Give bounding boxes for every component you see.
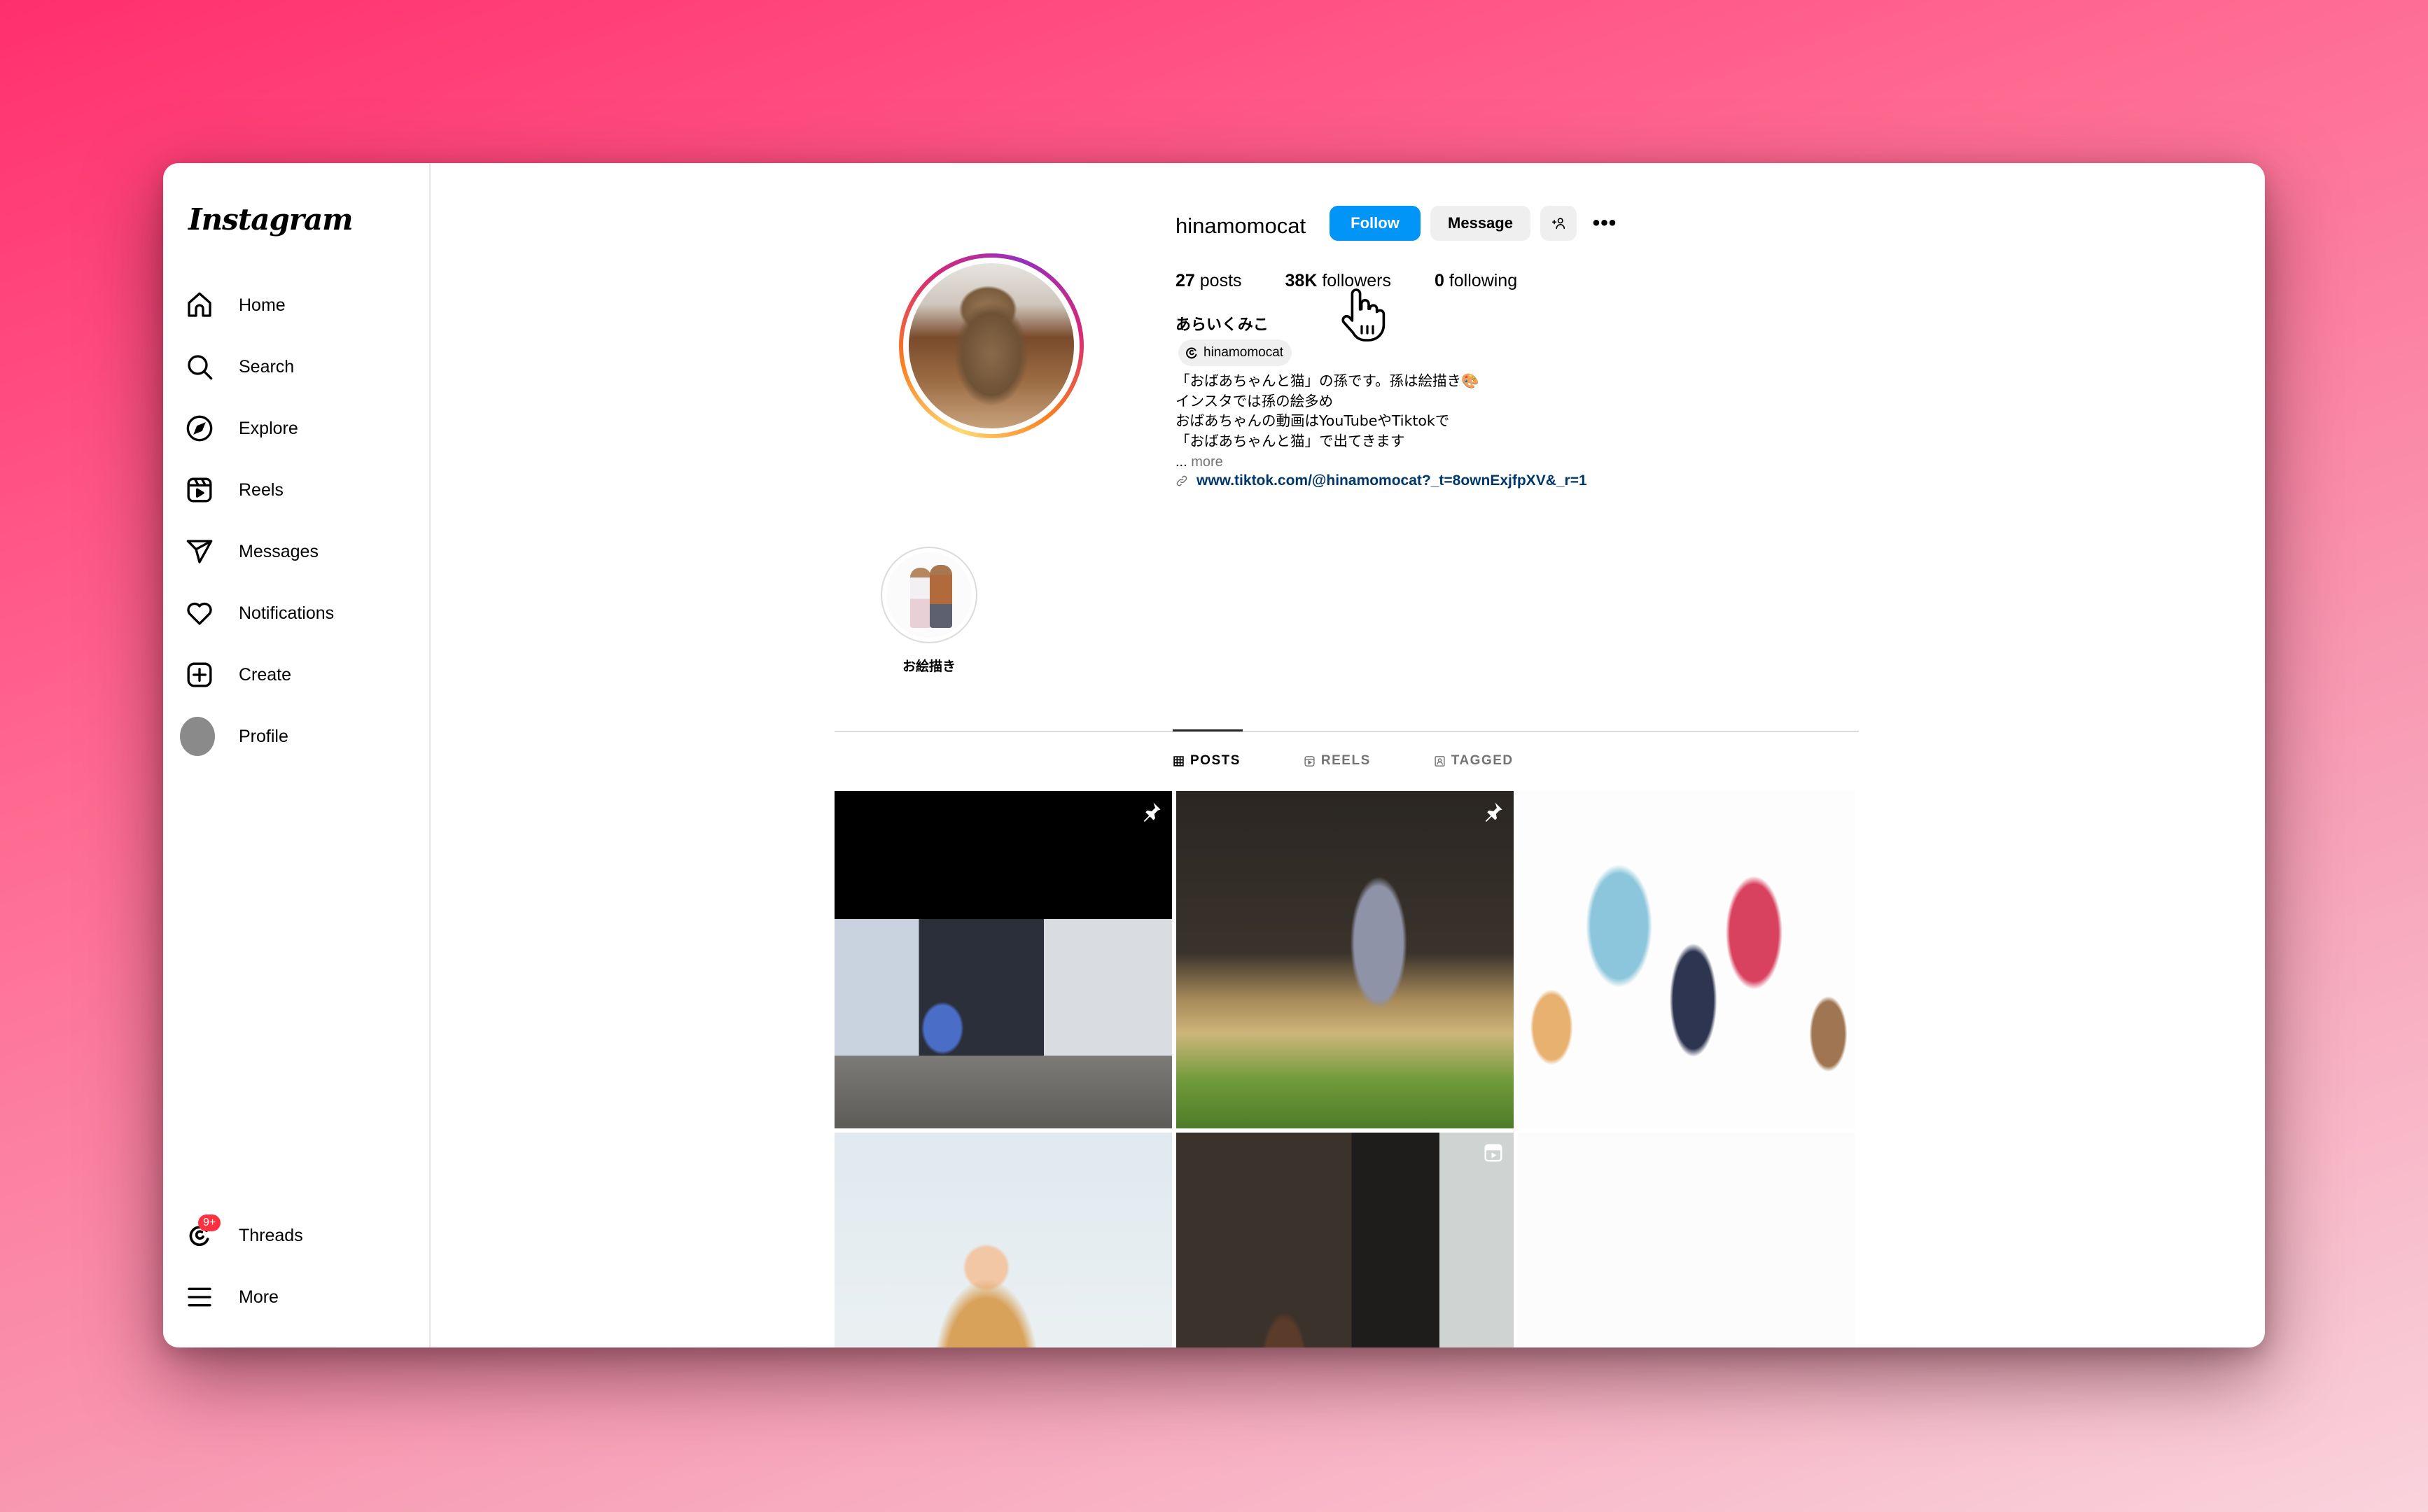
reel-icon xyxy=(1484,1144,1502,1162)
bio-external-link[interactable]: www.tiktok.com/@hinamomocat?_t=8ownExjfp… xyxy=(1175,472,1587,489)
post-tile[interactable] xyxy=(1518,1133,1855,1348)
home-icon xyxy=(184,290,215,321)
profile-tabs: POSTS REELS TAGGED xyxy=(1173,753,1577,769)
paper-plane-icon xyxy=(184,536,215,567)
sidebar-item-label: Reels xyxy=(239,479,284,500)
post-tile[interactable] xyxy=(1518,791,1855,1128)
sidebar-item-label: Search xyxy=(239,356,295,377)
profile-username: hinamomocat xyxy=(1175,214,1306,238)
instagram-logo[interactable]: Instagram xyxy=(188,202,354,237)
compass-icon xyxy=(184,413,215,444)
sidebar-item-messages[interactable]: Messages xyxy=(184,527,415,576)
tagged-icon xyxy=(1435,755,1445,766)
threads-icon xyxy=(1186,347,1197,359)
active-tab-indicator xyxy=(1173,729,1243,732)
posts-count: 27 posts xyxy=(1175,271,1242,290)
reels-icon xyxy=(1304,755,1315,766)
sidebar-item-label: Profile xyxy=(239,726,288,746)
sidebar-item-label: More xyxy=(239,1287,279,1307)
tab-reels[interactable]: REELS xyxy=(1304,753,1371,769)
posts-grid xyxy=(835,791,1855,1348)
grid-icon xyxy=(1173,755,1184,766)
sidebar-item-threads[interactable]: 9+ Threads xyxy=(184,1211,415,1260)
sidebar-item-label: Home xyxy=(239,295,286,315)
reels-icon xyxy=(184,475,215,505)
highlight-cover-illustration xyxy=(886,552,972,638)
profile-picture-story-ring[interactable] xyxy=(899,253,1084,438)
options-button[interactable]: ••• xyxy=(1587,206,1622,241)
post-tile[interactable] xyxy=(835,1133,1172,1348)
post-tile[interactable] xyxy=(1176,791,1514,1128)
sidebar-item-search[interactable]: Search xyxy=(184,342,415,391)
highlight-label: お絵描き xyxy=(902,659,956,674)
post-tile[interactable] xyxy=(835,791,1172,1128)
post-tile[interactable] xyxy=(1176,1133,1514,1348)
pin-icon xyxy=(1143,802,1161,822)
sidebar-item-home[interactable]: Home xyxy=(184,281,415,330)
tabs-divider xyxy=(835,731,1859,732)
sidebar: Instagram Home Search Explore Reels Mess… xyxy=(163,163,431,1348)
sidebar-item-notifications[interactable]: Notifications xyxy=(184,589,415,638)
sidebar-item-label: Notifications xyxy=(239,603,335,623)
sidebar-item-label: Create xyxy=(239,664,292,685)
sidebar-item-label: Explore xyxy=(239,418,298,438)
profile-picture-cat xyxy=(909,263,1074,428)
profile-bio: 「おばあちゃんと猫」の孫です。孫は絵描き🎨 インスタでは孫の絵多め おばあちゃん… xyxy=(1175,372,1479,449)
suggest-user-button[interactable] xyxy=(1540,206,1577,241)
profile-avatar xyxy=(180,717,215,756)
heart-icon xyxy=(184,598,215,629)
threads-icon: 9+ xyxy=(184,1214,221,1251)
browser-window: Instagram Home Search Explore Reels Mess… xyxy=(163,163,2265,1348)
profile-full-name: あらいくみこ xyxy=(1175,316,1269,334)
post-thumbnail xyxy=(835,919,1172,1128)
message-button[interactable]: Message xyxy=(1430,206,1530,241)
sidebar-item-label: Threads xyxy=(239,1225,303,1245)
pin-icon xyxy=(1485,802,1502,822)
tab-tagged[interactable]: TAGGED xyxy=(1434,753,1514,769)
sidebar-item-create[interactable]: Create xyxy=(184,650,415,699)
add-user-icon xyxy=(1551,218,1565,230)
hand-cursor-icon xyxy=(1341,288,1386,342)
tab-posts[interactable]: POSTS xyxy=(1173,753,1241,769)
search-icon xyxy=(184,351,215,382)
sidebar-item-profile[interactable]: Profile xyxy=(180,712,415,761)
sidebar-item-label: Messages xyxy=(239,541,319,561)
hamburger-icon xyxy=(184,1282,215,1312)
threads-profile-link[interactable]: hinamomocat xyxy=(1178,340,1292,366)
following-link[interactable]: 0 following xyxy=(1435,271,1517,291)
sidebar-item-reels[interactable]: Reels xyxy=(184,465,415,514)
notification-badge: 9+ xyxy=(198,1214,221,1231)
sidebar-item-more[interactable]: More xyxy=(184,1273,415,1322)
sidebar-item-explore[interactable]: Explore xyxy=(184,404,415,453)
story-highlight[interactable]: お絵描き xyxy=(880,547,978,675)
bio-more-link[interactable]: ... more xyxy=(1175,454,1223,470)
follow-button[interactable]: Follow xyxy=(1330,206,1421,241)
link-icon xyxy=(1176,475,1187,486)
plus-square-icon xyxy=(184,659,215,690)
